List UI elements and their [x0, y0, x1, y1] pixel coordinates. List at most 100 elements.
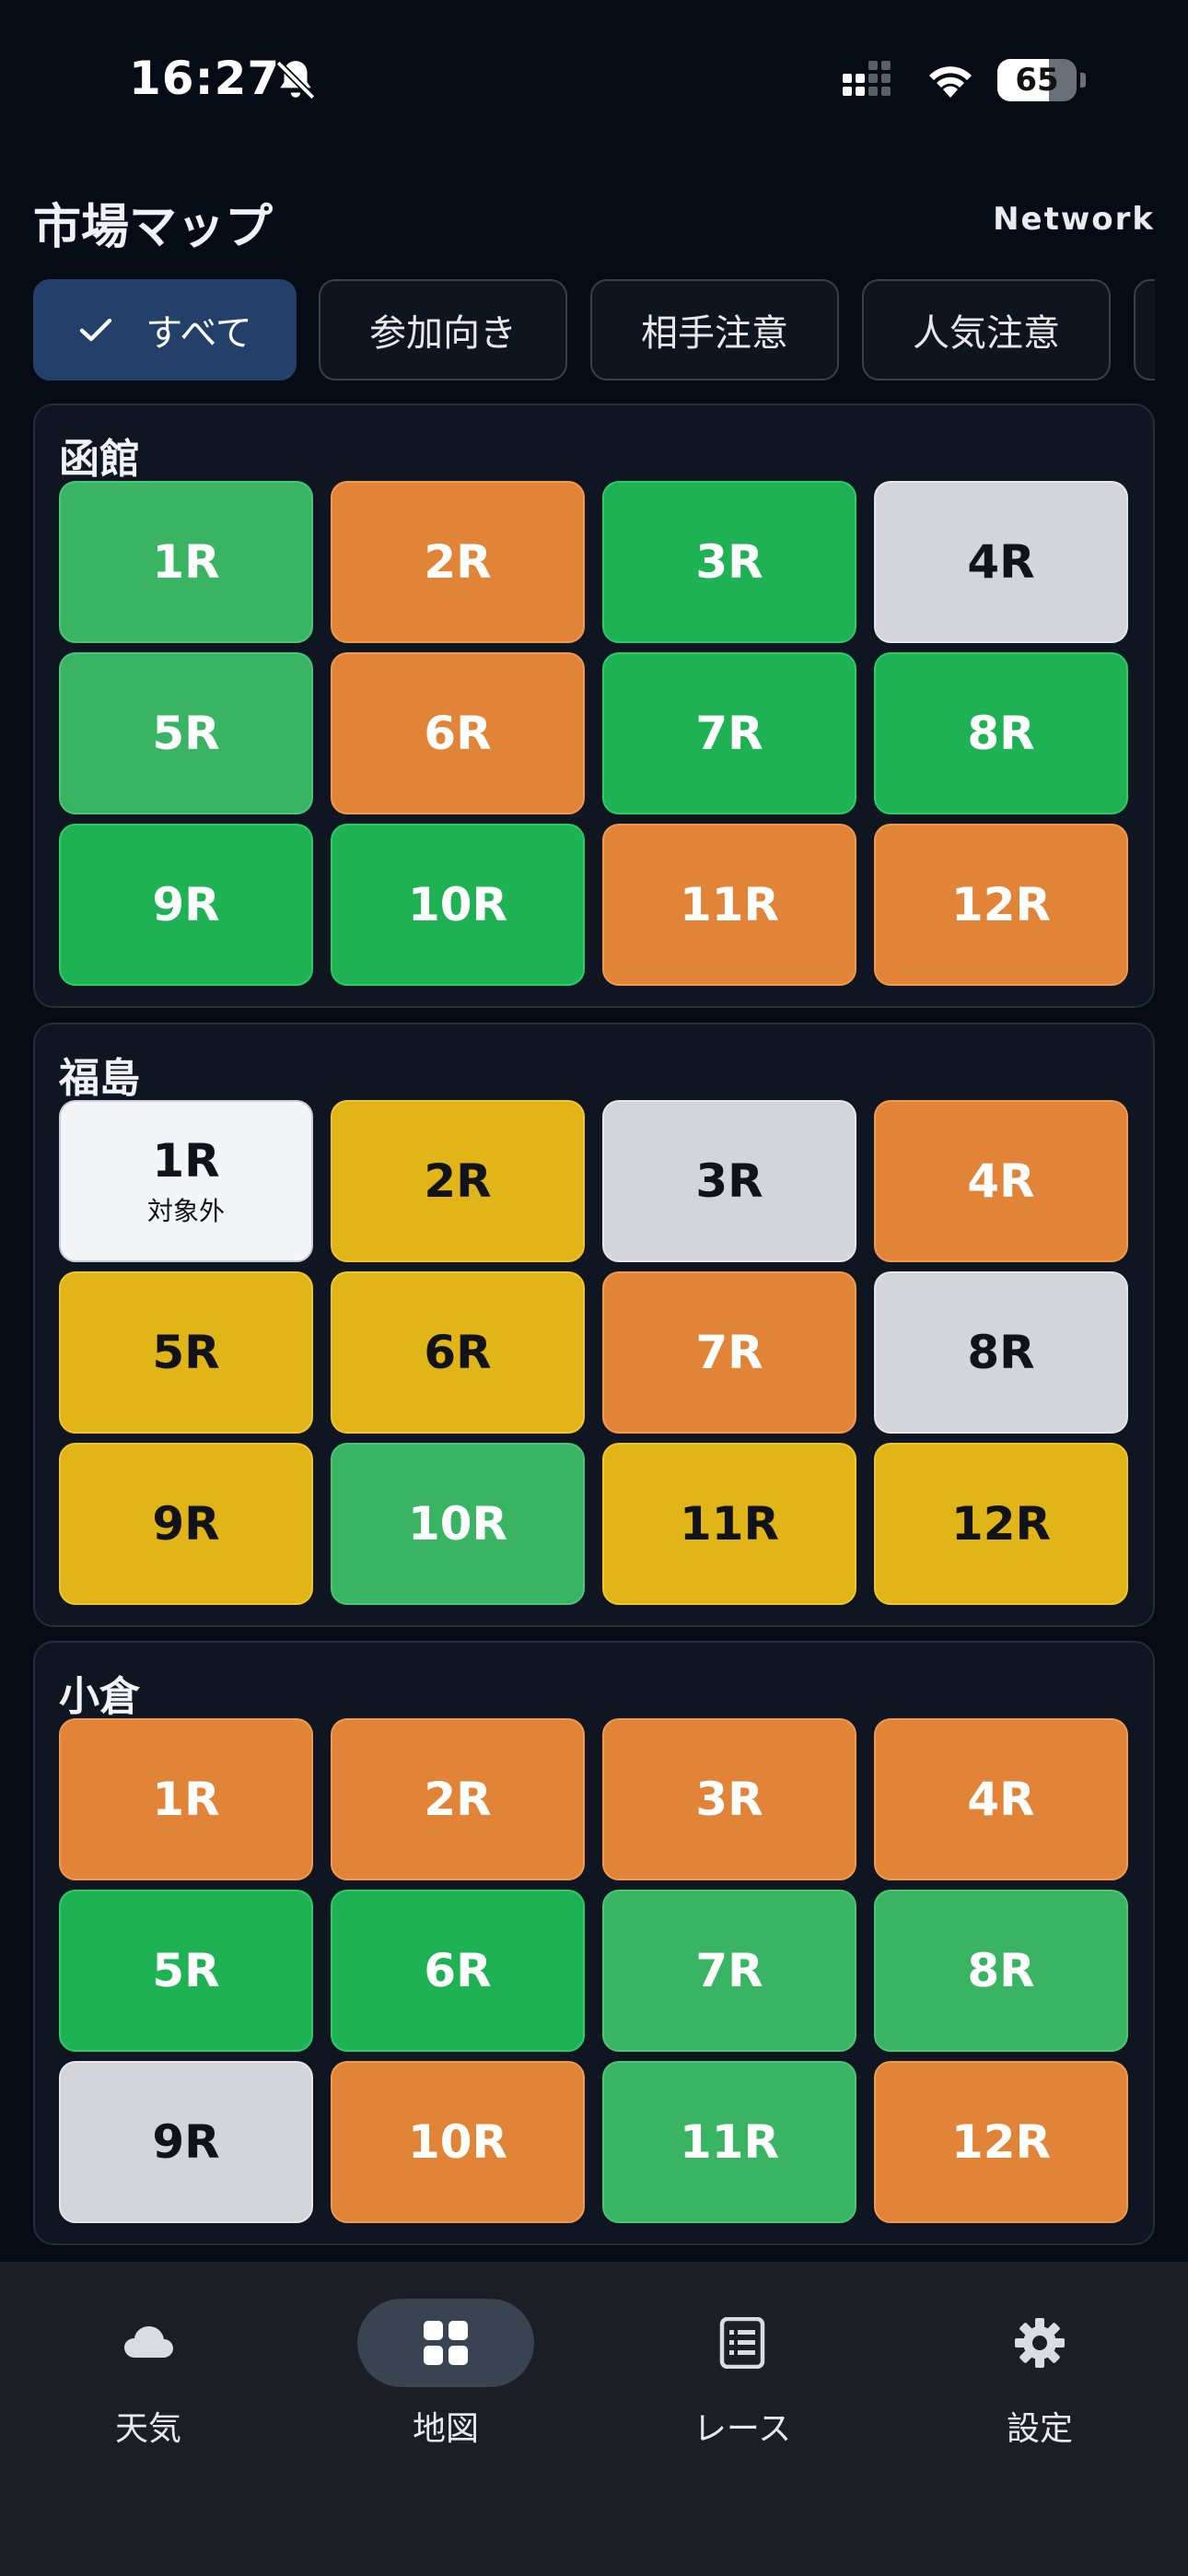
race-label: 8R	[967, 1944, 1035, 1997]
race-tile[interactable]: 3R	[602, 1718, 856, 1880]
network-label[interactable]: Network	[993, 201, 1155, 238]
race-label: 11R	[679, 1497, 780, 1551]
race-tile[interactable]: 1R	[59, 481, 313, 643]
race-tile[interactable]: 5R	[59, 1890, 313, 2052]
race-label: 4R	[967, 1773, 1035, 1826]
race-tile[interactable]: 12R	[874, 1443, 1128, 1605]
nav-tab-settings[interactable]: 設定	[948, 2299, 1132, 2448]
race-tile[interactable]: 3R	[602, 1100, 856, 1262]
race-tile[interactable]: 4R	[874, 1100, 1128, 1262]
race-label: 3R	[695, 1773, 763, 1826]
race-label: 10R	[407, 878, 508, 931]
filter-chips: すべて 参加向き 相手注意 人気注意	[33, 279, 1155, 384]
race-tile[interactable]: 5R	[59, 1271, 313, 1434]
race-tile[interactable]: 11R	[602, 824, 856, 986]
race-label: 10R	[407, 2115, 508, 2169]
race-label: 5R	[152, 1944, 220, 1997]
track-title: 函館	[59, 436, 140, 483]
nav-label: レース	[693, 2410, 792, 2448]
cellular-signal-icon	[843, 61, 891, 96]
filter-chip-label: 相手注意	[641, 312, 788, 355]
race-tile[interactable]: 5R	[59, 652, 313, 814]
race-tile[interactable]: 8R	[874, 1271, 1128, 1434]
race-tile[interactable]: 6R	[331, 1271, 585, 1434]
race-tile[interactable]: 12R	[874, 824, 1128, 986]
race-tile[interactable]: 2R	[331, 1100, 585, 1262]
race-tile[interactable]: 7R	[602, 1890, 856, 2052]
filter-chip-participation[interactable]: 参加向き	[319, 279, 567, 381]
race-tile[interactable]: 8R	[874, 652, 1128, 814]
race-label: 4R	[967, 535, 1035, 589]
race-label: 1R	[152, 1134, 220, 1188]
race-status-label: 対象外	[146, 1196, 225, 1226]
race-tile[interactable]: 10R	[331, 2061, 585, 2223]
race-tile[interactable]: 9R	[59, 2061, 313, 2223]
race-tile[interactable]: 1R 対象外	[59, 1100, 313, 1262]
race-label: 8R	[967, 1326, 1035, 1379]
race-label: 4R	[967, 1154, 1035, 1208]
filter-chip-all[interactable]: すべて	[33, 279, 297, 381]
race-label: 9R	[152, 2115, 220, 2169]
race-label: 7R	[695, 707, 763, 760]
battery-level: 65	[1015, 62, 1059, 99]
race-tile[interactable]: 11R	[602, 2061, 856, 2223]
race-label: 2R	[424, 1773, 492, 1826]
filter-chip-popularity-caution[interactable]: 人気注意	[862, 279, 1111, 381]
race-tile[interactable]: 4R	[874, 481, 1128, 643]
race-label: 3R	[695, 1154, 763, 1208]
race-tile[interactable]: 1R	[59, 1718, 313, 1880]
race-tile[interactable]: 8R	[874, 1890, 1128, 2052]
track-section-fukushima: 福島 1R 対象外 2R 3R 4R 5R 6R 7R 8R 9R 10R 11R 12R	[33, 1023, 1155, 1627]
race-tile[interactable]: 4R	[874, 1718, 1128, 1880]
race-tile[interactable]: 9R	[59, 824, 313, 986]
nav-tab-race[interactable]: レース	[650, 2299, 834, 2448]
race-label: 12R	[950, 1497, 1052, 1551]
nav-label: 天気	[114, 2410, 181, 2448]
race-label: 6R	[424, 707, 492, 760]
race-label: 2R	[424, 535, 492, 589]
race-tile[interactable]: 7R	[602, 1271, 856, 1434]
race-tile[interactable]: 10R	[331, 824, 585, 986]
race-label: 9R	[152, 878, 220, 931]
race-tile[interactable]: 10R	[331, 1443, 585, 1605]
race-label: 7R	[695, 1944, 763, 1997]
track-title: 福島	[59, 1055, 140, 1102]
race-label: 11R	[679, 2115, 780, 2169]
grid-icon	[424, 2321, 468, 2365]
filter-chip-label: すべて	[146, 312, 252, 355]
race-label: 12R	[950, 2115, 1052, 2169]
race-label: 1R	[152, 1773, 220, 1826]
race-tile[interactable]: 6R	[331, 652, 585, 814]
race-label: 10R	[407, 1497, 508, 1551]
race-label: 5R	[152, 1326, 220, 1379]
race-label: 12R	[950, 878, 1052, 931]
race-tile[interactable]: 9R	[59, 1443, 313, 1605]
list-icon	[719, 2317, 765, 2369]
nav-tab-weather[interactable]: 天気	[56, 2299, 240, 2448]
nav-label: 設定	[1006, 2410, 1073, 2448]
wifi-icon	[929, 66, 972, 98]
filter-chip-more[interactable]	[1134, 279, 1155, 381]
gear-icon	[1015, 2318, 1065, 2368]
race-label: 11R	[679, 878, 780, 931]
filter-chip-opponent-caution[interactable]: 相手注意	[590, 279, 839, 381]
nav-tab-map[interactable]: 地図	[354, 2299, 538, 2448]
race-tile[interactable]: 2R	[331, 481, 585, 643]
race-label: 1R	[152, 535, 220, 589]
race-label: 9R	[152, 1497, 220, 1551]
track-section-hakodate: 函館 1R 2R 3R 4R 5R 6R 7R 8R 9R 10R 11R 12R	[33, 404, 1155, 1008]
race-tile[interactable]: 11R	[602, 1443, 856, 1605]
race-tile[interactable]: 2R	[331, 1718, 585, 1880]
race-tile[interactable]: 12R	[874, 2061, 1128, 2223]
race-label: 6R	[424, 1326, 492, 1379]
battery-icon: 65	[997, 59, 1086, 101]
race-tile[interactable]: 6R	[331, 1890, 585, 2052]
status-bar: 16:27 65	[0, 0, 1188, 147]
race-label: 3R	[695, 535, 763, 589]
race-label: 8R	[967, 707, 1035, 760]
race-tile[interactable]: 7R	[602, 652, 856, 814]
nav-label: 地図	[412, 2410, 479, 2448]
race-tile[interactable]: 3R	[602, 481, 856, 643]
check-icon	[80, 318, 112, 342]
bell-slash-icon	[275, 60, 316, 100]
